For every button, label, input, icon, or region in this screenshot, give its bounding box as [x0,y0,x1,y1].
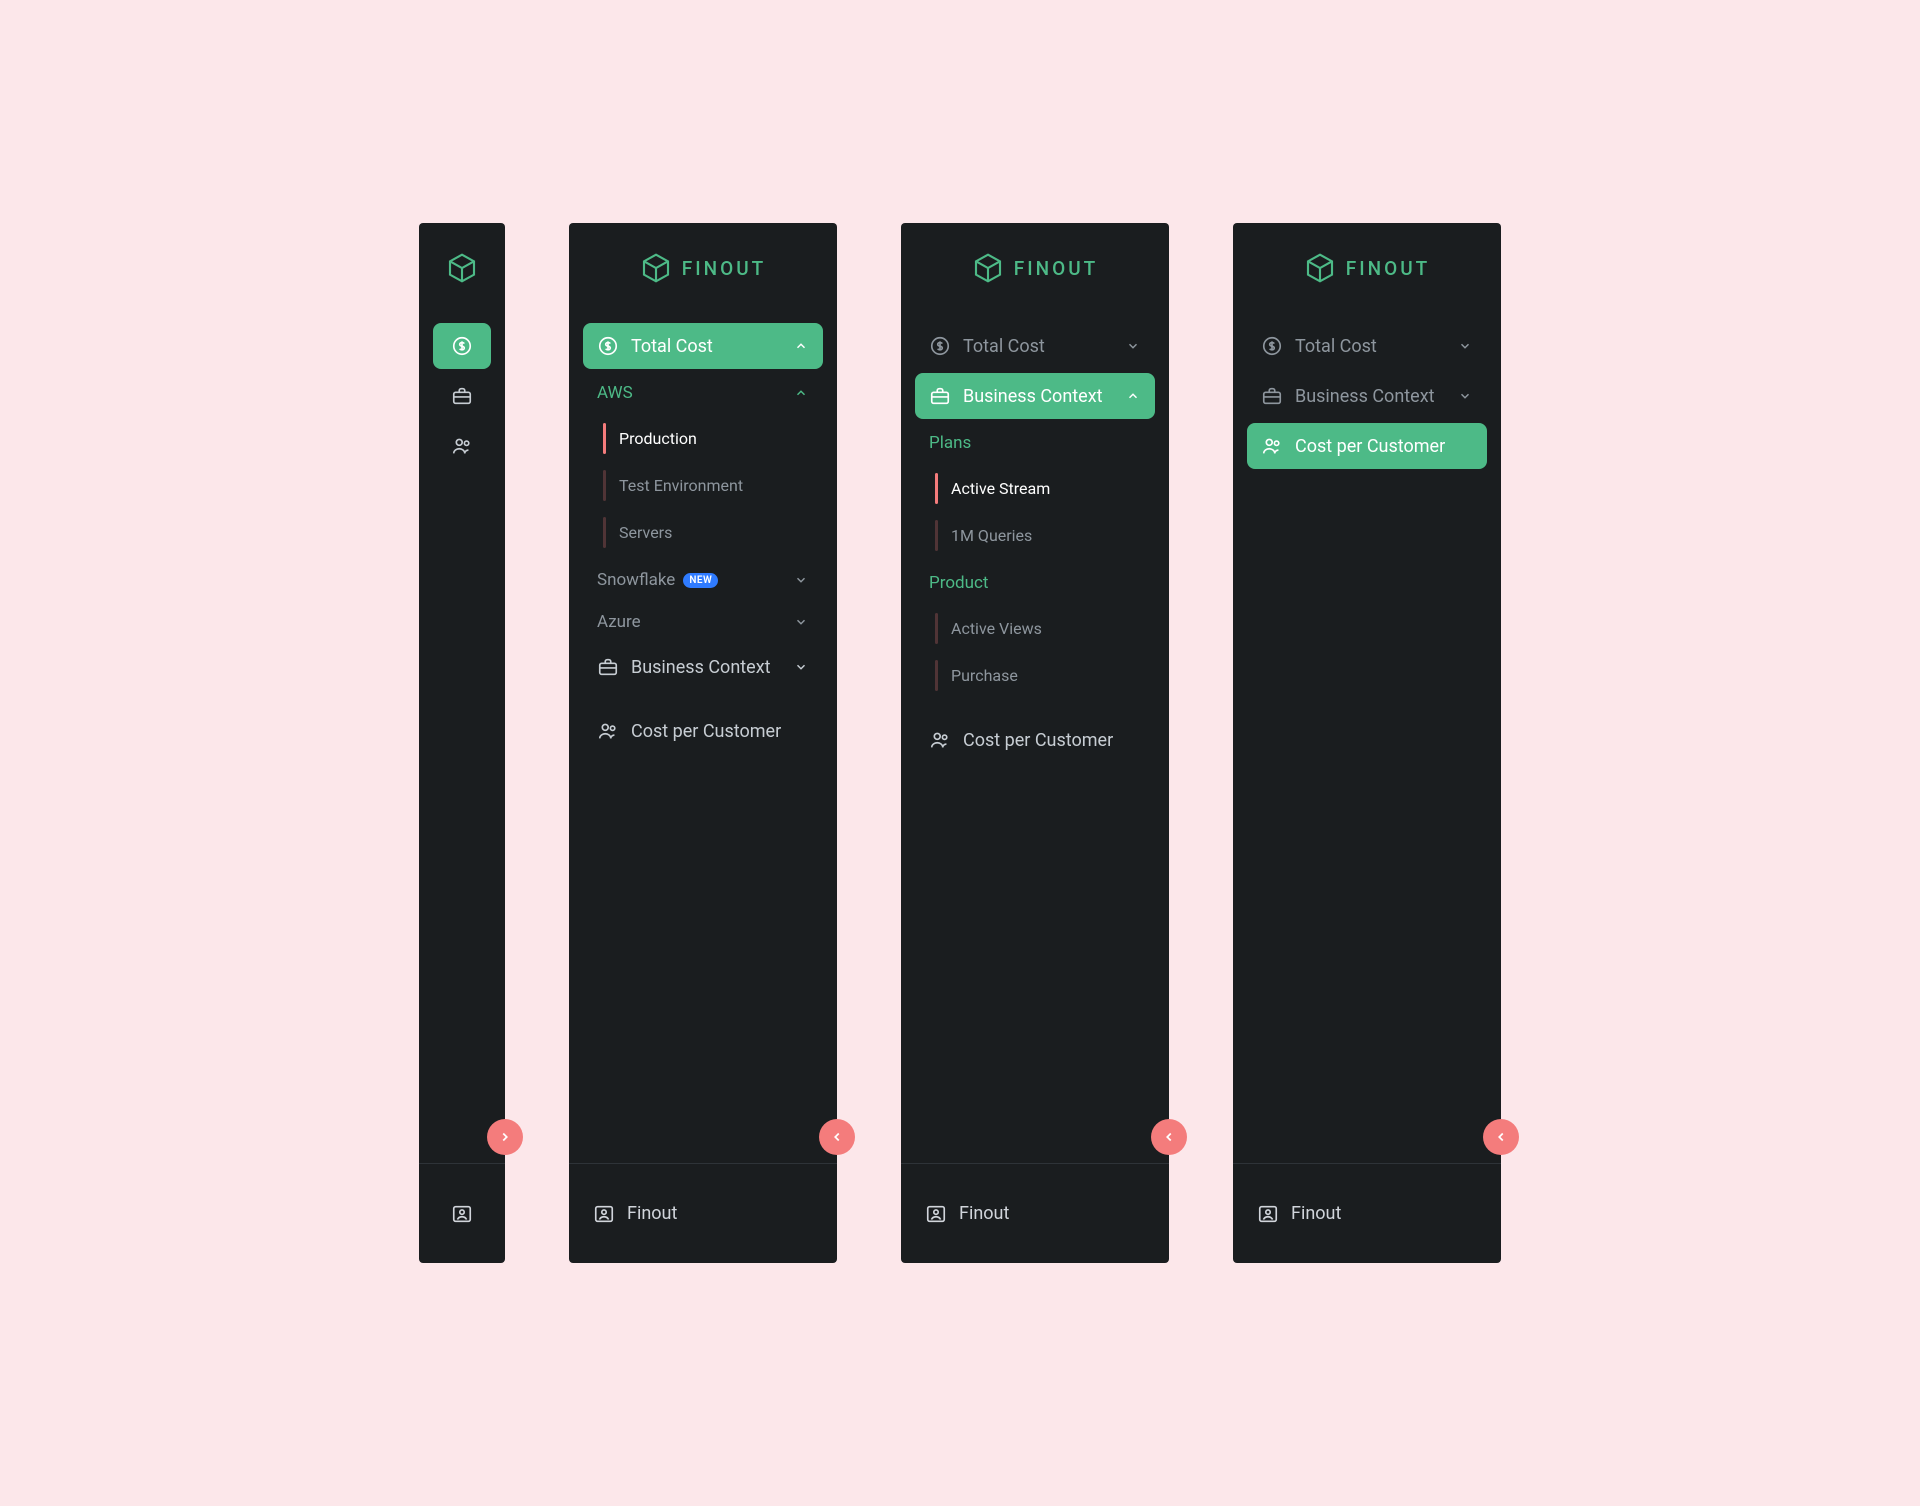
nav-label: Total Cost [631,336,713,357]
sidebar-total-cost-expanded: FINOUT Total Cost AWS Production Test En… [569,223,837,1263]
brand-logo: FINOUT [1233,223,1501,313]
briefcase-icon [929,385,951,407]
chevron-down-icon [793,659,809,675]
people-icon [597,720,619,742]
footer-user-label: Finout [627,1203,677,1224]
footer-user[interactable]: Finout [901,1163,1169,1263]
group-product-items: Active Views Purchase [915,605,1155,699]
footer-user[interactable]: Finout [1233,1163,1501,1263]
dollar-circle-icon [929,335,951,357]
nav-label: Cost per Customer [963,730,1113,751]
nav-business-context[interactable]: Business Context [433,373,491,419]
people-icon [1261,435,1283,457]
chevron-down-icon [1125,338,1141,354]
group-label: AWS [597,383,633,403]
nav-cost-per-customer[interactable]: Cost per Customer [433,423,491,469]
nav-label: Business Context [963,386,1103,407]
dollar-circle-icon [597,335,619,357]
nav-cost-per-customer[interactable]: Cost per Customer [583,708,823,754]
people-icon [451,435,473,457]
expand-button[interactable] [487,1119,523,1155]
footer-user[interactable]: Finout [419,1163,505,1263]
nav-label: Cost per Customer [631,721,781,742]
nav-label: Total Cost [963,336,1045,357]
group-label: Snowflake [597,570,675,590]
sidebar-cost-per-customer: FINOUT Total Cost Business Context Cost … [1233,223,1501,1263]
dollar-circle-icon [1261,335,1283,357]
user-card-icon [1257,1203,1279,1225]
footer-user[interactable]: Finout [569,1163,837,1263]
cube-icon [972,252,1004,284]
nav-business-context[interactable]: Business Context [583,644,823,690]
collapse-button[interactable] [1483,1119,1519,1155]
group-snowflake[interactable]: Snowflake NEW [583,560,823,598]
brand-text: FINOUT [1014,257,1098,280]
chevron-up-icon [1125,388,1141,404]
user-card-icon [593,1203,615,1225]
nav-label: Total Cost [1295,336,1377,357]
chevron-up-icon [793,338,809,354]
footer-user-label: Finout [1291,1203,1341,1224]
sub-item-purchase[interactable]: Purchase [929,652,1155,699]
briefcase-icon [597,656,619,678]
group-label: Azure [597,612,641,632]
chevron-up-icon [793,385,809,401]
brand-logo: FINOUT [569,223,837,313]
user-card-icon [451,1203,473,1225]
chevron-down-icon [793,614,809,630]
collapse-button[interactable] [1151,1119,1187,1155]
nav-total-cost[interactable]: Total Cost [915,323,1155,369]
footer-user-label: Finout [959,1203,1009,1224]
nav-business-context[interactable]: Business Context [1247,373,1487,419]
sub-item-production[interactable]: Production [597,415,823,462]
dollar-circle-icon [451,335,473,357]
group-label: Product [929,573,988,593]
nav-label: Business Context [631,657,771,678]
nav-total-cost[interactable]: Total Cost [433,323,491,369]
group-product[interactable]: Product [915,563,1155,601]
badge-new: NEW [683,573,718,588]
nav-total-cost[interactable]: Total Cost [1247,323,1487,369]
nav-cost-per-customer[interactable]: Cost per Customer [1247,423,1487,469]
sub-item-servers[interactable]: Servers [597,509,823,556]
collapse-button[interactable] [819,1119,855,1155]
brand-logo: FINOUT [901,223,1169,313]
group-plans-items: Active Stream 1M Queries [915,465,1155,559]
sidebar-business-context-expanded: FINOUT Total Cost Business Context Plans… [901,223,1169,1263]
group-azure[interactable]: Azure [583,602,823,640]
nav-business-context[interactable]: Business Context [915,373,1155,419]
sub-item-active-stream[interactable]: Active Stream [929,465,1155,512]
nav-label: Cost per Customer [1295,436,1445,457]
cube-icon [1304,252,1336,284]
chevron-down-icon [793,572,809,588]
cube-icon [446,252,478,284]
brand-text: FINOUT [1346,257,1430,280]
chevron-down-icon [1457,388,1473,404]
group-aws-items: Production Test Environment Servers [583,415,823,556]
sidebar-collapsed: Total Cost Business Context Cost per Cus… [419,223,505,1263]
people-icon [929,729,951,751]
group-plans[interactable]: Plans [915,423,1155,461]
brand-text: FINOUT [682,257,766,280]
nav-cost-per-customer[interactable]: Cost per Customer [915,717,1155,763]
sub-item-active-views[interactable]: Active Views [929,605,1155,652]
nav-label: Business Context [1295,386,1435,407]
briefcase-icon [1261,385,1283,407]
user-card-icon [925,1203,947,1225]
nav-total-cost[interactable]: Total Cost [583,323,823,369]
brand-logo [419,223,505,313]
briefcase-icon [451,385,473,407]
group-label: Plans [929,433,971,453]
sub-item-test-env[interactable]: Test Environment [597,462,823,509]
cube-icon [640,252,672,284]
group-aws[interactable]: AWS [583,373,823,411]
sub-item-1m-queries[interactable]: 1M Queries [929,512,1155,559]
chevron-down-icon [1457,338,1473,354]
